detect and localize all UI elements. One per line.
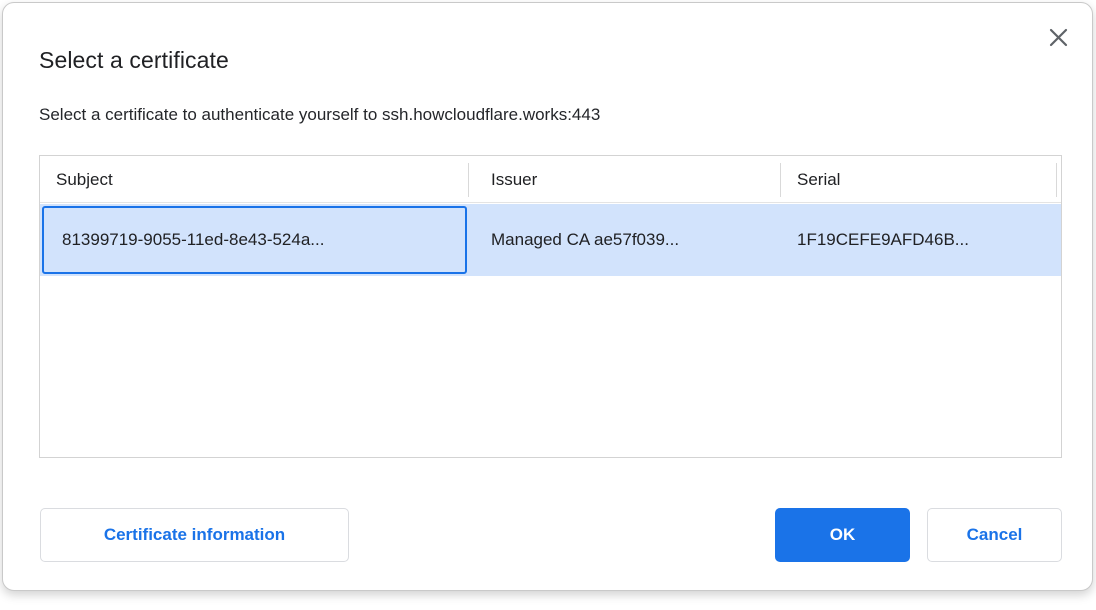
column-header-serial: Serial [797, 156, 840, 203]
column-divider [468, 163, 469, 197]
cell-serial[interactable]: 1F19CEFE9AFD46B... [797, 204, 969, 276]
certificate-row-selected[interactable]: 81399719-9055-11ed-8e43-524a... Managed … [40, 204, 1061, 276]
certificate-table: Subject Issuer Serial 81399719-9055-11ed… [39, 155, 1062, 458]
close-button[interactable] [1044, 23, 1072, 51]
column-divider [1056, 163, 1057, 197]
certificate-select-dialog: Select a certificate Select a certificat… [2, 2, 1093, 591]
column-header-subject: Subject [56, 156, 113, 203]
close-icon [1049, 28, 1068, 47]
certificate-information-button[interactable]: Certificate information [40, 508, 349, 562]
cancel-button[interactable]: Cancel [927, 508, 1062, 562]
column-divider [780, 163, 781, 197]
dialog-title: Select a certificate [39, 47, 229, 74]
cell-subject[interactable]: 81399719-9055-11ed-8e43-524a... [42, 206, 467, 274]
screen: Select a certificate Select a certificat… [0, 0, 1096, 610]
dialog-subtitle: Select a certificate to authenticate you… [39, 105, 600, 125]
cell-issuer[interactable]: Managed CA ae57f039... [491, 204, 679, 276]
column-header-issuer: Issuer [491, 156, 537, 203]
table-header: Subject Issuer Serial [40, 156, 1061, 203]
ok-button[interactable]: OK [775, 508, 910, 562]
